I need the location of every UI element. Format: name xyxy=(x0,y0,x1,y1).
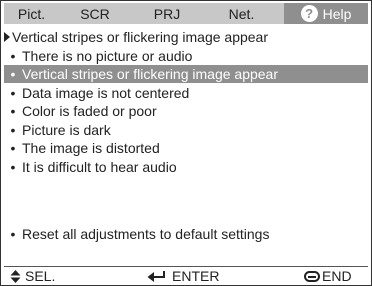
question-icon: ? xyxy=(300,5,318,22)
help-topic-item-selected[interactable]: • Vertical stripes or flickering image ap… xyxy=(4,65,368,83)
bullet-icon: • xyxy=(10,85,16,101)
tab-picture-label: Pict. xyxy=(17,6,46,22)
reset-all-item[interactable]: • Reset all adjustments to default settin… xyxy=(4,225,368,243)
up-down-arrows-icon xyxy=(10,270,21,283)
enter-key-hint: ENTER xyxy=(147,267,219,285)
end-key-label: END xyxy=(322,268,352,284)
help-topic-item[interactable]: • There is no picture or audio xyxy=(4,47,368,65)
bullet-icon: • xyxy=(10,66,16,82)
pointer-arrow-icon xyxy=(4,32,10,42)
select-key-hint: SEL. xyxy=(10,267,55,285)
tab-projector[interactable]: PRJ xyxy=(131,3,203,24)
help-topic-label: There is no picture or audio xyxy=(22,48,193,64)
bullet-icon: • xyxy=(10,159,16,175)
current-topic-heading: Vertical stripes or flickering image app… xyxy=(4,28,268,46)
help-topic-label: Picture is dark xyxy=(22,122,111,138)
tab-help[interactable]: ? Help xyxy=(284,3,368,24)
tab-screen-label: SCR xyxy=(80,6,110,22)
enter-key-label: ENTER xyxy=(172,268,220,284)
end-key-hint: END xyxy=(304,267,352,285)
reset-all-label: Reset all adjustments to default setting… xyxy=(22,226,270,242)
select-key-label: SEL. xyxy=(25,268,56,284)
help-topic-label: It is difficult to hear audio xyxy=(22,159,177,175)
help-topic-item[interactable]: • It is difficult to hear audio xyxy=(4,158,368,176)
help-menu-screen: Pict. SCR PRJ Net. ? Help Vertical stripe… xyxy=(0,0,372,286)
tab-network-label: Net. xyxy=(228,6,255,22)
tab-network[interactable]: Net. xyxy=(203,3,280,24)
help-topic-label: Color is faded or poor xyxy=(22,103,157,119)
help-topic-item[interactable]: • Picture is dark xyxy=(4,121,368,139)
end-button-icon xyxy=(304,271,320,282)
help-topic-item[interactable]: • The image is distorted xyxy=(4,139,368,157)
help-topic-item[interactable]: • Data image is not centered xyxy=(4,84,368,102)
tab-picture[interactable]: Pict. xyxy=(4,3,59,24)
help-topic-item[interactable]: • Color is faded or poor xyxy=(4,102,368,120)
current-topic-text: Vertical stripes or flickering image app… xyxy=(12,29,269,45)
help-topic-label: The image is distorted xyxy=(22,140,160,156)
help-topic-label: Data image is not centered xyxy=(22,85,190,101)
bullet-icon: • xyxy=(10,122,16,138)
bullet-icon: • xyxy=(10,226,16,242)
tab-screen[interactable]: SCR xyxy=(59,3,131,24)
tab-projector-label: PRJ xyxy=(153,6,181,22)
key-guide-bar: SEL. ENTER END xyxy=(4,266,368,285)
bullet-icon: • xyxy=(10,140,16,156)
enter-arrow-icon xyxy=(147,271,165,282)
bullet-icon: • xyxy=(10,48,16,64)
tab-help-label: Help xyxy=(322,6,352,22)
bullet-icon: • xyxy=(10,103,16,119)
help-topic-label: Vertical stripes or flickering image app… xyxy=(22,66,279,82)
menu-tab-bar: Pict. SCR PRJ Net. ? Help xyxy=(4,3,368,24)
